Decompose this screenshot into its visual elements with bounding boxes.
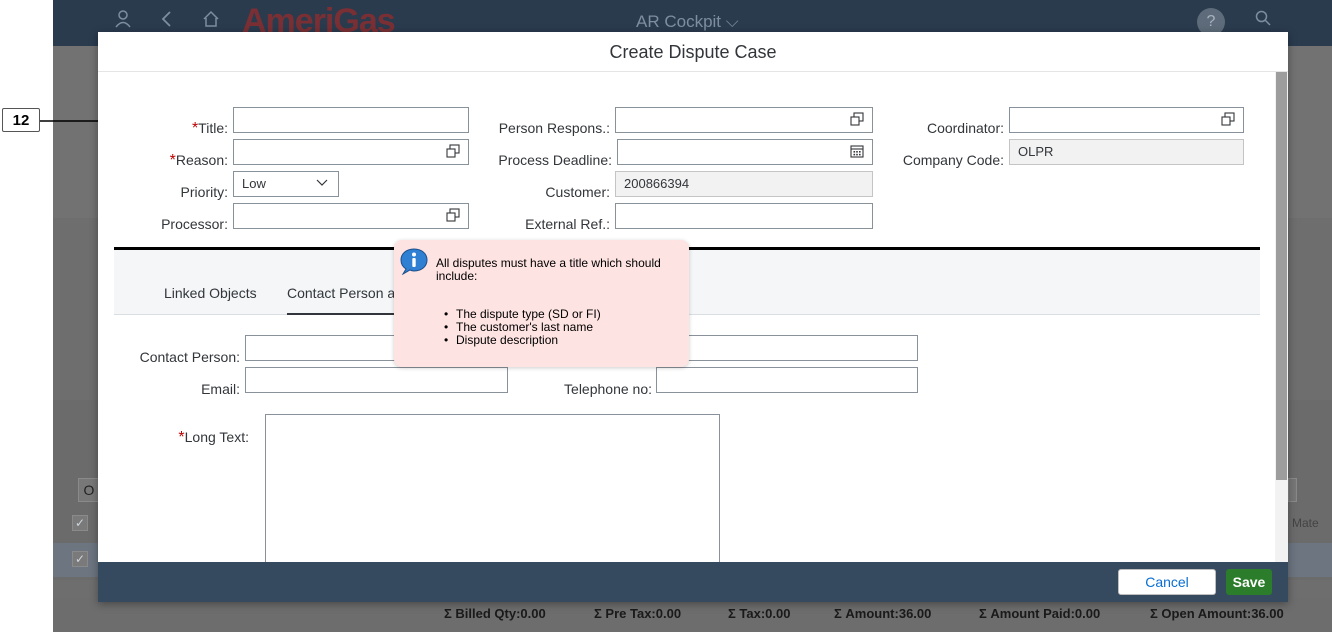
email-input[interactable] [245,367,508,393]
tab-linked-objects[interactable]: Linked Objects [164,285,257,301]
total-tax: Σ Tax:0.00 [728,606,791,621]
reason-label: *Reason: [170,152,228,170]
background-column-header: Mate [1292,516,1319,530]
person-responsible-input[interactable] [615,107,873,133]
long-text-label-text: Long Text: [184,429,249,445]
telephone-input[interactable] [656,367,918,393]
left-gutter [0,0,53,632]
tooltip-list: The dispute type (SD or FI) The customer… [444,308,601,348]
telephone-label: Telephone no: [564,381,652,397]
processor-input[interactable] [233,203,469,229]
home-icon[interactable] [202,10,220,33]
back-icon[interactable] [160,10,172,33]
background-right-control[interactable] [1288,478,1297,502]
customer-input[interactable]: 200866394 [615,171,873,197]
chevron-down-icon: ⌵ [725,12,739,31]
reason-label-text: Reason: [175,152,228,168]
user-icon[interactable] [115,10,131,33]
title-input[interactable] [233,107,469,133]
total-amount-paid: Σ Amount Paid:0.00 [979,606,1101,621]
tab-contact-person[interactable]: Contact Person a [287,285,395,301]
value-help-icon[interactable] [1221,112,1235,126]
chevron-down-icon [316,179,328,186]
totals-bar [53,598,1332,632]
process-deadline-input[interactable] [617,139,873,165]
checkbox-icon[interactable]: ✓ [72,551,88,567]
priority-select[interactable]: Low [233,171,339,197]
info-tooltip: All disputes must have a title which sho… [394,240,689,367]
total-open-amount: Σ Open Amount:36.00 [1150,606,1284,621]
step-badge: 12 [2,108,40,132]
total-amount: Σ Amount:36.00 [834,606,932,621]
dialog-title: Create Dispute Case [98,32,1288,72]
calendar-icon[interactable] [850,144,864,158]
process-deadline-label: Process Deadline: [498,152,612,168]
app-title[interactable]: AR Cockpit ⌵ [636,12,739,32]
checkbox-icon[interactable]: ✓ [72,515,88,531]
external-ref-label: External Ref.: [525,216,610,232]
priority-label: Priority: [180,184,228,200]
contact-person-label: Contact Person: [139,349,240,365]
tooltip-text: All disputes must have a title which sho… [436,256,661,283]
list-item: Dispute description [444,334,601,348]
contact-field-input[interactable] [656,335,918,361]
total-billed-qty: Σ Billed Qty:0.00 [444,606,546,621]
screen: AmeriGas AR Cockpit ⌵ ? O ✓ ✓ Mate Σ Bil… [0,0,1332,632]
search-icon[interactable] [1255,10,1271,31]
long-text-label: *Long Text: [178,429,249,447]
cancel-button[interactable]: Cancel [1118,569,1216,595]
background-o-button[interactable]: O [78,478,100,502]
person-responsible-label: Person Respons.: [498,120,610,136]
email-label: Email: [201,381,240,397]
coordinator-input[interactable] [1009,107,1244,133]
customer-value: 200866394 [624,176,690,191]
scrollbar-thumb[interactable] [1276,72,1287,480]
tab-selected-indicator [287,313,397,315]
dialog-footer [98,562,1288,602]
title-label: *Title: [192,120,228,138]
value-help-icon[interactable] [850,112,864,126]
coordinator-label: Coordinator: [926,120,1004,136]
total-pre-tax: Σ Pre Tax:0.00 [594,606,682,621]
info-icon [400,248,428,275]
value-help-icon[interactable] [446,208,460,222]
external-ref-input[interactable] [615,203,873,229]
create-dispute-dialog: Create Dispute Case *Title: *Reason: Pri… [98,32,1288,602]
company-code-label: Company Code: [902,152,1004,168]
processor-label: Processor: [161,216,228,232]
long-text-area[interactable] [265,414,720,574]
title-label-text: Title: [198,120,228,136]
save-button[interactable]: Save [1226,569,1272,595]
value-help-icon[interactable] [446,144,460,158]
company-code-input[interactable]: OLPR [1009,139,1244,165]
reason-input[interactable] [233,139,469,165]
priority-value: Low [242,176,266,191]
app-title-text: AR Cockpit [636,12,722,31]
company-code-value: OLPR [1018,144,1054,159]
customer-label: Customer: [545,184,610,200]
